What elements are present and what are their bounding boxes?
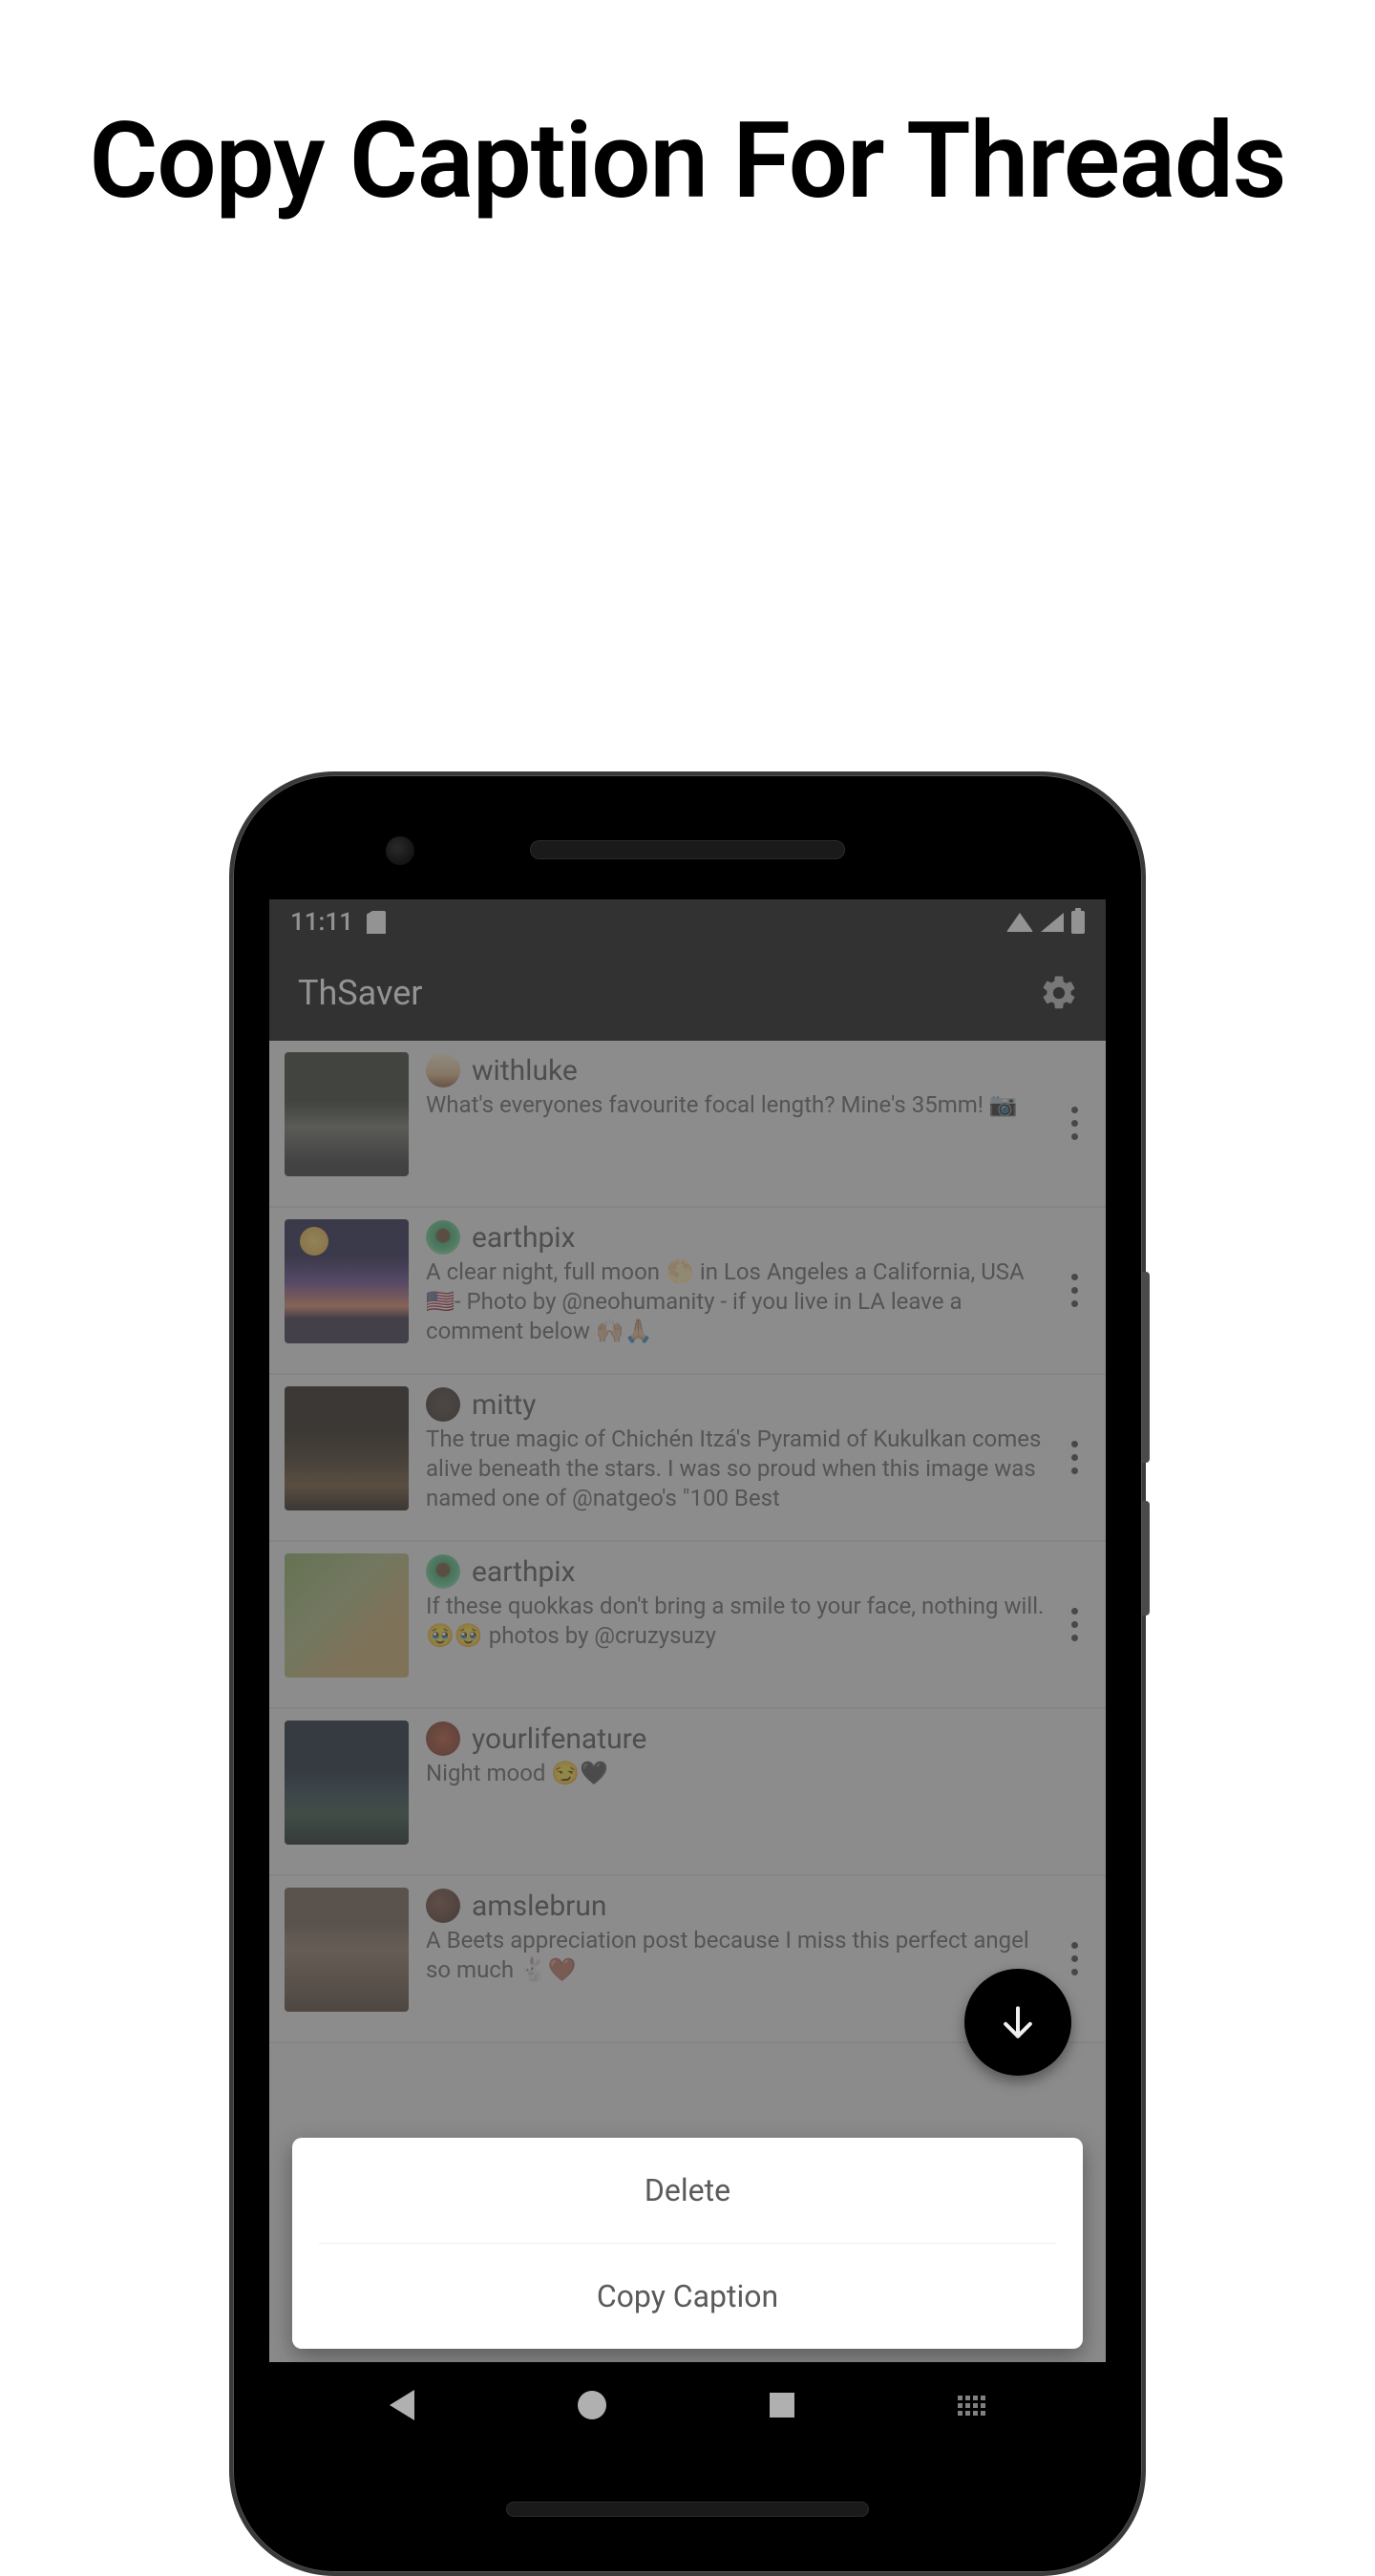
gear-icon[interactable]	[1039, 973, 1079, 1013]
app-title: ThSaver	[298, 973, 423, 1013]
post-thumbnail	[285, 1052, 409, 1176]
nav-back-icon[interactable]	[390, 2390, 414, 2420]
screen: 11:11 ThSaver	[269, 899, 1106, 2448]
post-caption: Night mood 😏🖤	[426, 1759, 1052, 1788]
username: yourlifenature	[472, 1722, 646, 1756]
more-vertical-icon[interactable]	[1060, 1935, 1089, 1983]
nav-home-icon[interactable]	[578, 2391, 606, 2419]
download-fab[interactable]	[964, 1969, 1071, 2076]
status-bar: 11:11	[269, 899, 1106, 945]
battery-icon	[1071, 911, 1085, 934]
avatar	[426, 1554, 460, 1589]
action-sheet: Delete Copy Caption	[292, 2138, 1083, 2349]
more-vertical-icon[interactable]	[1060, 1100, 1089, 1148]
username: amslebrun	[472, 1890, 606, 1923]
sd-card-icon	[367, 911, 386, 934]
android-nav-bar	[269, 2362, 1106, 2448]
username: earthpix	[472, 1221, 576, 1255]
post-caption: A clear night, full moon 🌕 in Los Angele…	[426, 1257, 1052, 1347]
nav-keyboard-icon[interactable]	[958, 2396, 985, 2416]
username: earthpix	[472, 1555, 576, 1589]
list-item[interactable]: earthpix If these quokkas don't bring a …	[269, 1542, 1106, 1709]
phone-speaker	[506, 2502, 869, 2517]
copy-caption-action[interactable]: Copy Caption	[292, 2244, 1083, 2349]
phone-frame: 11:11 ThSaver	[229, 771, 1146, 2576]
post-thumbnail	[285, 1219, 409, 1343]
avatar	[426, 1220, 460, 1255]
nav-recent-icon[interactable]	[770, 2393, 794, 2418]
delete-action[interactable]: Delete	[292, 2138, 1083, 2243]
promo-headline: Copy Caption For Threads	[0, 0, 1375, 227]
more-vertical-icon[interactable]	[1060, 1601, 1089, 1649]
phone-side-button	[1142, 1501, 1150, 1615]
phone-camera-dot	[386, 836, 414, 865]
avatar	[426, 1721, 460, 1756]
username: withluke	[472, 1054, 578, 1087]
post-thumbnail	[285, 1553, 409, 1678]
signal-icon	[1041, 913, 1064, 932]
post-caption: If these quokkas don't bring a smile to …	[426, 1592, 1052, 1651]
more-vertical-icon[interactable]	[1060, 1267, 1089, 1315]
arrow-down-icon	[997, 2001, 1039, 2043]
app-bar: ThSaver	[269, 945, 1106, 1041]
post-thumbnail	[285, 1888, 409, 2012]
post-caption: The true magic of Chichén Itzá's Pyramid…	[426, 1425, 1052, 1514]
phone-speaker	[530, 840, 845, 859]
status-time: 11:11	[290, 908, 353, 937]
post-caption: What's everyones favourite focal length?…	[426, 1090, 1052, 1120]
post-caption: A Beets appreciation post because I miss…	[426, 1926, 1052, 1985]
username: mitty	[472, 1388, 536, 1422]
avatar	[426, 1387, 460, 1422]
avatar	[426, 1053, 460, 1087]
list-item[interactable]: mitty The true magic of Chichén Itzá's P…	[269, 1375, 1106, 1542]
post-thumbnail	[285, 1386, 409, 1510]
wifi-icon	[1006, 913, 1033, 932]
more-vertical-icon[interactable]	[1060, 1434, 1089, 1482]
phone-side-button	[1142, 1272, 1150, 1463]
avatar	[426, 1889, 460, 1923]
post-thumbnail	[285, 1721, 409, 1845]
list-item[interactable]: yourlifenature Night mood 😏🖤	[269, 1709, 1106, 1876]
list-item[interactable]: withluke What's everyones favourite foca…	[269, 1041, 1106, 1208]
list-item[interactable]: earthpix A clear night, full moon 🌕 in L…	[269, 1208, 1106, 1375]
